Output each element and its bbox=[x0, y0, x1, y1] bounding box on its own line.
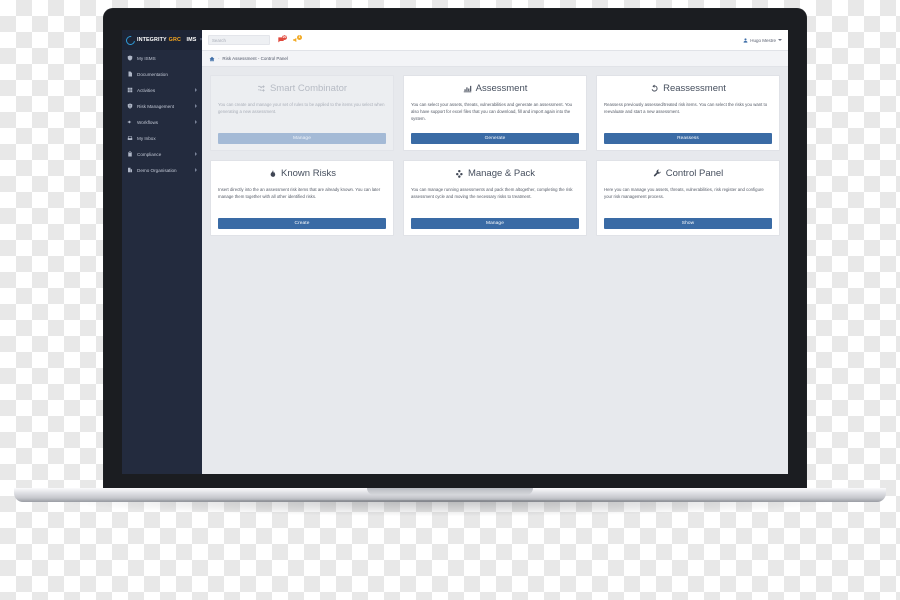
megaphone-icon bbox=[127, 119, 133, 125]
chevron-right-icon bbox=[195, 88, 197, 92]
sidebar-item-label: Compliance bbox=[137, 151, 162, 157]
card-title: Reassessment bbox=[663, 83, 726, 94]
sidebar-item-my-isms[interactable]: My ISMS bbox=[122, 50, 202, 66]
card-header: Assessment bbox=[411, 83, 579, 94]
chevron-right-icon bbox=[195, 104, 197, 108]
card-description: Insert directly into the an assessment r… bbox=[218, 187, 381, 200]
user-menu[interactable]: Hugo Mestre bbox=[743, 38, 782, 43]
wrench-icon bbox=[653, 169, 662, 178]
laptop-screen: INTEGRITYGRC IMS × My ISMS bbox=[122, 30, 788, 474]
dashboard-card-grid: Smart Combinator You can create and mana… bbox=[202, 67, 788, 474]
logo-mark-icon bbox=[124, 33, 137, 47]
chevron-right-icon bbox=[195, 120, 197, 124]
building-icon bbox=[127, 167, 133, 173]
sidebar-item-documentation[interactable]: Documentation bbox=[122, 66, 202, 82]
user-icon bbox=[743, 37, 748, 43]
main-column: Search 20 1 Hugo Mestre - Risk Assessmen… bbox=[202, 30, 788, 474]
sidebar-item-risk-management[interactable]: Risk Management bbox=[122, 98, 202, 114]
sidebar-item-label: Demo Organisation bbox=[137, 167, 177, 173]
sidebar-item-label: Documentation bbox=[137, 71, 168, 77]
shuffle-icon bbox=[257, 84, 266, 93]
sidebar-item-workflows[interactable]: Workflows bbox=[122, 114, 202, 130]
card-title: Assessment bbox=[475, 83, 528, 94]
notifications-messages-button[interactable]: 20 bbox=[276, 34, 287, 45]
refresh-icon bbox=[650, 84, 659, 93]
breadcrumb-separator: - bbox=[218, 56, 220, 61]
card-header: Control Panel bbox=[604, 168, 772, 179]
card-description: Here you can manage you assets, threats,… bbox=[604, 187, 764, 200]
brand-name-primary: INTEGRITY bbox=[137, 37, 167, 43]
alerts-badge-count: 1 bbox=[297, 34, 302, 40]
card-header: Known Risks bbox=[218, 168, 386, 179]
card-header: Reassessment bbox=[604, 83, 772, 94]
chevron-right-icon bbox=[195, 152, 197, 156]
brand-name-suffix: IMS bbox=[186, 37, 197, 43]
manage-and-pack-button[interactable]: Manage bbox=[411, 218, 579, 229]
sidebar: INTEGRITYGRC IMS × My ISMS bbox=[122, 30, 203, 474]
card-smart-combinator: Smart Combinator You can create and mana… bbox=[210, 75, 394, 151]
sidebar-item-label: Activities bbox=[137, 87, 156, 93]
card-known-risks: Known Risks Insert directly into the an … bbox=[210, 160, 394, 236]
sidebar-item-label: Risk Management bbox=[137, 103, 175, 109]
shield-alert-icon bbox=[127, 103, 133, 109]
laptop-lid: INTEGRITYGRC IMS × My ISMS bbox=[103, 8, 807, 492]
laptop-mockup: INTEGRITYGRC IMS × My ISMS bbox=[0, 0, 900, 600]
laptop-shadow bbox=[60, 500, 840, 516]
card-title: Control Panel bbox=[665, 168, 724, 179]
application-window: INTEGRITYGRC IMS × My ISMS bbox=[122, 30, 788, 474]
card-header: Manage & Pack bbox=[411, 168, 579, 179]
sidebar-item-label: My ISMS bbox=[137, 55, 156, 61]
create-known-risk-button[interactable]: Create bbox=[218, 218, 386, 229]
card-description: You can select your assets, threats, vul… bbox=[411, 102, 573, 122]
top-bar: Search 20 1 Hugo Mestre bbox=[202, 30, 788, 51]
boxes-icon bbox=[455, 169, 464, 178]
flame-icon bbox=[268, 169, 277, 178]
card-description: You can create and manage your set of ru… bbox=[218, 102, 385, 115]
card-control-panel: Control Panel Here you can manage you as… bbox=[596, 160, 780, 236]
chevron-down-icon bbox=[778, 39, 782, 41]
grid-icon bbox=[127, 87, 133, 93]
bar-chart-icon bbox=[463, 84, 472, 93]
brand-name-accent: GRC bbox=[168, 37, 181, 43]
clipboard-icon bbox=[127, 151, 133, 157]
sidebar-item-activities[interactable]: Activities bbox=[122, 82, 202, 98]
document-icon bbox=[127, 71, 133, 77]
chevron-right-icon bbox=[195, 168, 197, 172]
show-control-panel-button[interactable]: Show bbox=[604, 218, 772, 229]
reassess-button[interactable]: Reassess bbox=[604, 133, 772, 144]
card-reassessment: Reassessment Reassess previously assesse… bbox=[596, 75, 780, 151]
sidebar-item-label: My Inbox bbox=[137, 135, 156, 141]
card-title: Smart Combinator bbox=[269, 83, 348, 94]
breadcrumb-current-page: Risk Assessment - Control Panel bbox=[222, 56, 288, 61]
card-manage-and-pack: Manage & Pack You can manage running ass… bbox=[403, 160, 587, 236]
messages-badge-count: 20 bbox=[282, 34, 287, 40]
inbox-icon bbox=[127, 135, 133, 141]
sidebar-item-my-inbox[interactable]: My Inbox bbox=[122, 130, 202, 146]
card-title: Manage & Pack bbox=[467, 168, 536, 179]
notifications-alerts-button[interactable]: 1 bbox=[291, 34, 302, 45]
laptop-base-notch bbox=[367, 488, 533, 495]
manage-smart-combinator-button[interactable]: Manage bbox=[218, 133, 386, 144]
card-description: You can manage running assessments and p… bbox=[411, 187, 573, 200]
card-header: Smart Combinator bbox=[218, 83, 386, 94]
brand-logo[interactable]: INTEGRITYGRC IMS × bbox=[122, 30, 203, 50]
shield-icon bbox=[127, 55, 133, 61]
search-input[interactable]: Search bbox=[208, 35, 270, 45]
card-description: Reassess previously assessed/treated ris… bbox=[604, 102, 768, 115]
user-name: Hugo Mestre bbox=[750, 37, 776, 43]
home-icon[interactable] bbox=[209, 56, 215, 62]
sidebar-item-label: Workflows bbox=[137, 119, 159, 125]
sidebar-item-compliance[interactable]: Compliance bbox=[122, 146, 202, 162]
card-title: Known Risks bbox=[281, 168, 336, 179]
card-assessment: Assessment You can select your assets, t… bbox=[403, 75, 587, 151]
sidebar-item-demo-organisation[interactable]: Demo Organisation bbox=[122, 162, 202, 178]
generate-assessment-button[interactable]: Generate bbox=[411, 133, 579, 144]
breadcrumb: - Risk Assessment - Control Panel bbox=[202, 51, 788, 67]
